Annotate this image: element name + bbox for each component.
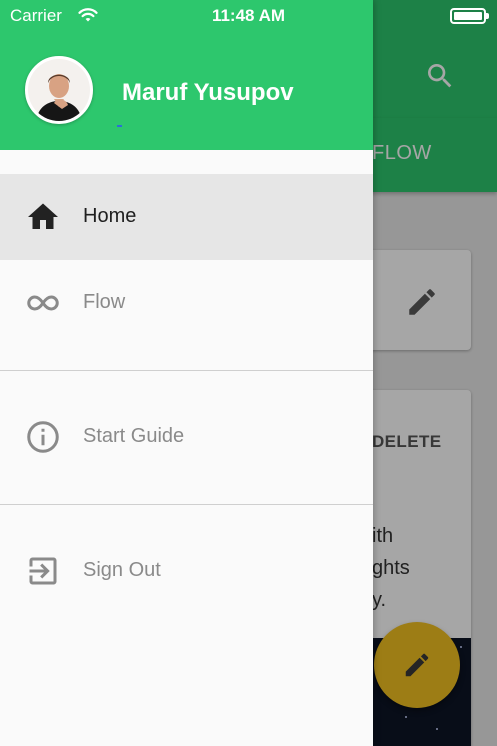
navigation-drawer: Maruf Yusupov Home Flow Start Guide Sign… [0, 0, 373, 746]
divider [0, 370, 373, 371]
divider [0, 504, 373, 505]
battery-icon [450, 8, 489, 24]
drawer-item-label: Sign Out [83, 559, 161, 581]
drawer-item-label: Flow [83, 291, 126, 313]
home-icon [28, 203, 58, 229]
avatar[interactable] [25, 56, 93, 124]
drawer-item-flow[interactable]: Flow [0, 260, 373, 346]
user-name: Maruf Yusupov [122, 79, 294, 106]
exit-icon [29, 557, 57, 585]
text-cursor [117, 125, 122, 127]
drawer-item-sign-out[interactable]: Sign Out [0, 528, 373, 614]
drawer-item-label: Home [83, 205, 137, 227]
user-photo [28, 59, 90, 121]
clock: 11:48 AM [211, 6, 286, 25]
infinity-icon [27, 295, 59, 311]
drawer-item-start-guide[interactable]: Start Guide [0, 394, 373, 480]
info-icon [27, 421, 59, 453]
drawer-item-home[interactable]: Home [0, 174, 373, 260]
status-bar: Carrier 11:48 AM [0, 0, 497, 32]
drawer-item-label: Start Guide [83, 425, 185, 447]
